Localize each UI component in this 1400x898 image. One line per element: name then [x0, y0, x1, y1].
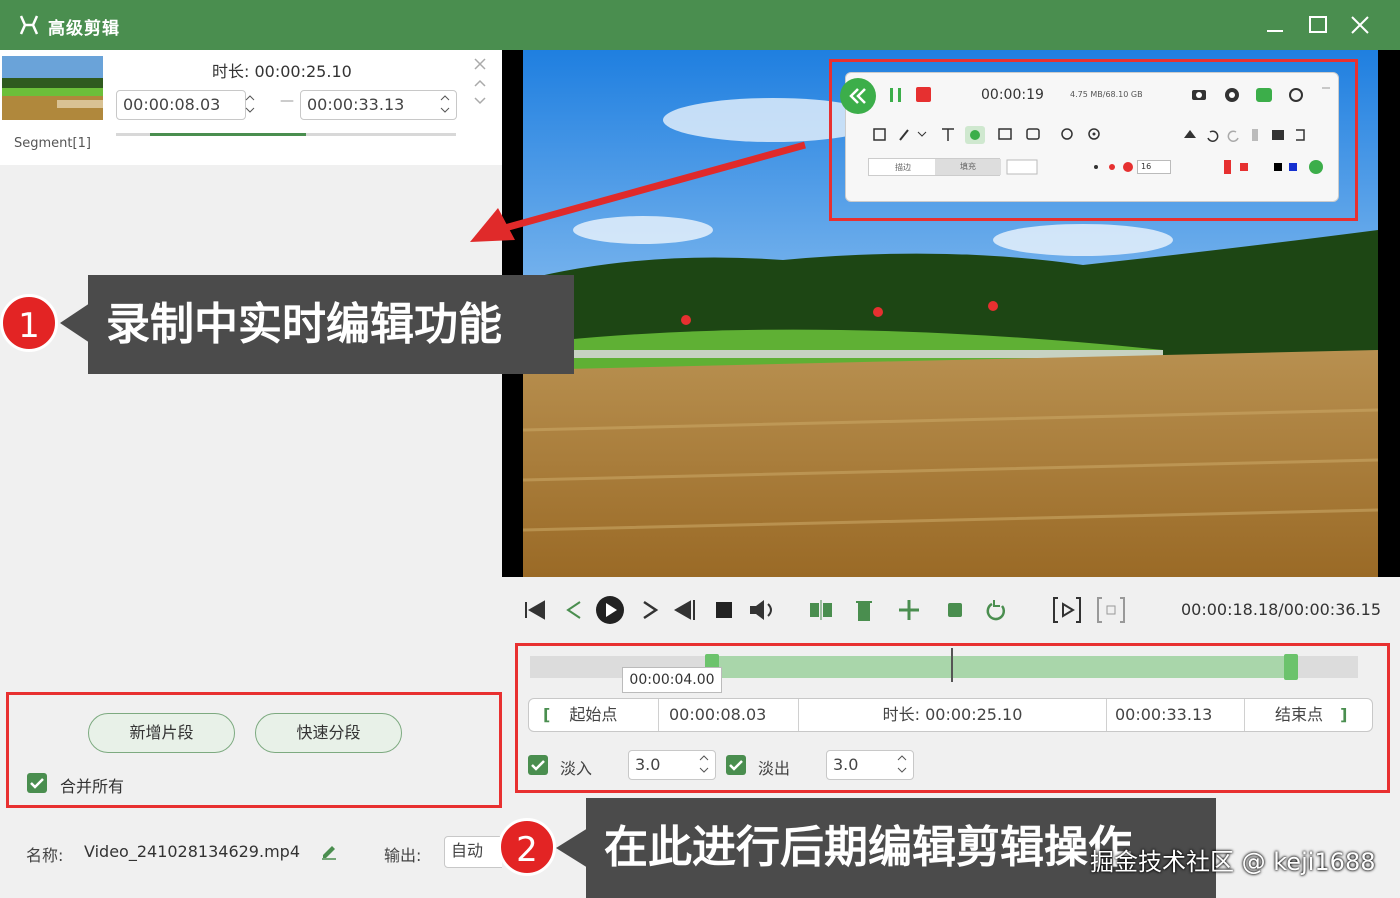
start-time-value: 00:00:08.03: [669, 705, 767, 724]
duration-label: 时长:: [882, 705, 920, 724]
annotation-one-pointer: [60, 303, 90, 343]
pointer-arrow: [470, 141, 806, 242]
duration-value: 00:00:25.10: [254, 62, 352, 81]
brush-options-icons[interactable]: [1006, 158, 1126, 176]
name-label: 名称:: [26, 846, 64, 865]
segment-controls-icon[interactable]: [472, 56, 488, 106]
range-play-controls[interactable]: [1050, 594, 1130, 626]
font-size-field[interactable]: 16: [1137, 160, 1171, 174]
range-separator: —: [280, 93, 294, 109]
playback-controls[interactable]: [522, 594, 792, 626]
check-icon: [30, 778, 44, 789]
player-time: 00:00:18.18/00:00:36.15: [1181, 600, 1381, 619]
recorder-top-icons[interactable]: [1190, 86, 1340, 104]
timeline-selection[interactable]: [712, 656, 1297, 678]
output-value: 自动: [451, 841, 484, 860]
output-label: 输出:: [384, 846, 422, 865]
check-icon: [531, 760, 545, 771]
edit-name-icon[interactable]: [320, 842, 338, 860]
annotation-two-pointer: [556, 828, 588, 868]
bracket-close: ]: [1340, 705, 1348, 724]
playhead[interactable]: [951, 648, 953, 682]
segment-thumbnail[interactable]: [2, 56, 103, 120]
segment-start-field[interactable]: 00:00:08.03: [116, 90, 255, 120]
end-point-label: 结束点: [1275, 705, 1324, 724]
end-time-value: 00:00:33.13: [1115, 705, 1213, 724]
duration-value: 00:00:25.10: [925, 705, 1023, 724]
segment-duration: 时长: 00:00:25.10: [212, 58, 352, 82]
spin-arrows-icon[interactable]: [699, 751, 709, 777]
check-icon: [729, 760, 743, 771]
segment-label: Segment[1]: [14, 136, 91, 151]
app-logo-icon: [19, 15, 39, 35]
style-tabs[interactable]: 描边 填充: [868, 158, 1001, 176]
annotation-one-badge: 1: [0, 294, 58, 352]
history-tools-icons[interactable]: [1180, 124, 1310, 146]
spin-arrows-icon[interactable]: [897, 751, 907, 777]
drawing-tools-icons[interactable]: [872, 124, 1112, 146]
fade-out-value: 3.0: [833, 755, 859, 774]
fade-in-field[interactable]: 3.0: [628, 750, 716, 780]
fade-in-label: 淡入: [560, 759, 593, 778]
segment-end-field[interactable]: 00:00:33.13: [300, 90, 457, 120]
collapse-toolbar-icon[interactable]: [838, 76, 878, 116]
edit-controls[interactable]: [806, 594, 1016, 626]
fade-out-checkbox[interactable]: [726, 755, 746, 775]
fill-tab[interactable]: 填充: [935, 159, 1001, 175]
merge-all-label: 合并所有: [60, 777, 125, 796]
duration-label: 时长:: [212, 62, 250, 81]
duration-display: 时长: 00:00:25.10: [799, 699, 1107, 731]
close-icon[interactable]: [1345, 10, 1375, 40]
file-name: Video_241028134629.mp4: [84, 842, 300, 861]
segment-start-value: 00:00:08.03: [123, 95, 221, 114]
start-point-label: 起始点: [569, 705, 618, 724]
set-end-button[interactable]: 结束点 ]: [1245, 699, 1372, 731]
title-bar: 高级剪辑: [0, 0, 1400, 50]
time-tooltip: 00:00:04.00: [622, 667, 722, 693]
start-time-field[interactable]: 00:00:08.03: [659, 699, 799, 731]
edit-range-row: [ 起始点 00:00:08.03 时长: 00:00:25.10 00:00:…: [528, 698, 1373, 732]
spin-arrows-icon[interactable]: [440, 91, 450, 117]
stroke-tab[interactable]: 描边: [895, 162, 911, 173]
pause-icon[interactable]: [888, 86, 904, 104]
fade-out-field[interactable]: 3.0: [826, 750, 914, 780]
annotation-one-label: 录制中实时编辑功能: [88, 275, 574, 374]
end-handle[interactable]: [1284, 654, 1298, 680]
fade-in-checkbox[interactable]: [528, 755, 548, 775]
maximize-icon[interactable]: [1303, 10, 1333, 40]
window-title: 高级剪辑: [48, 19, 120, 39]
minimize-icon[interactable]: [1260, 10, 1290, 40]
add-segment-button[interactable]: 新增片段: [88, 713, 235, 753]
fade-in-value: 3.0: [635, 755, 661, 774]
segment-end-value: 00:00:33.13: [307, 95, 405, 114]
segment-progress: [116, 133, 456, 136]
quick-split-button[interactable]: 快速分段: [255, 713, 402, 753]
bracket-open: [: [543, 705, 551, 724]
watermark: 掘金技术社区 @ keji1688: [1090, 848, 1376, 876]
record-timer: 00:00:19: [981, 87, 1044, 103]
stop-record-icon[interactable]: [916, 87, 931, 102]
annotation-two-badge: 2: [498, 818, 556, 876]
set-start-button[interactable]: [ 起始点: [529, 699, 659, 731]
brush-size-dot[interactable]: [1120, 159, 1136, 175]
spin-arrows-icon[interactable]: [245, 91, 255, 117]
fade-out-label: 淡出: [758, 759, 791, 778]
record-size: 4.75 MB/68.10 GB: [1070, 90, 1143, 99]
end-time-field[interactable]: 00:00:33.13: [1107, 699, 1245, 731]
merge-all-checkbox[interactable]: [27, 773, 47, 793]
color-palette[interactable]: [1212, 158, 1330, 176]
